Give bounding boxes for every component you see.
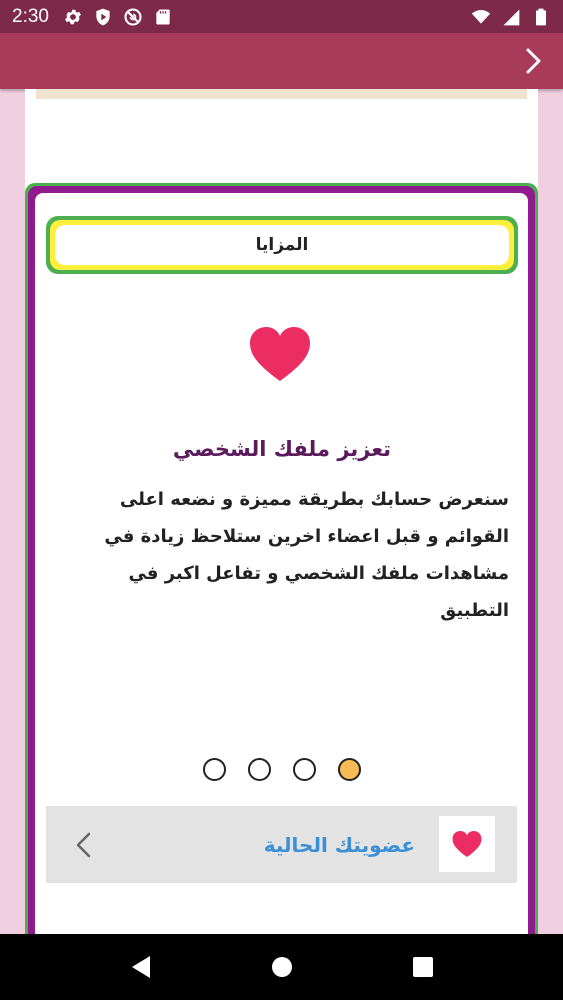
features-card-border: المزايا تعزيز ملفك الشخصي سنعرض حسابك بط… [28, 186, 535, 950]
pager-dot[interactable] [293, 758, 316, 781]
chevron-left-icon[interactable] [72, 830, 96, 860]
battery-icon [531, 7, 551, 27]
feature-title: تعزيز ملفك الشخصي [172, 437, 392, 461]
app-bar [0, 33, 563, 89]
section-title-box: المزايا [46, 216, 518, 274]
signal-icon [501, 7, 521, 27]
status-icons-left [63, 7, 173, 27]
nav-forward-button[interactable] [517, 45, 549, 77]
current-membership-row[interactable]: عضويتك الحالية [46, 806, 517, 883]
pager-dot[interactable] [248, 758, 271, 781]
shield-play-icon [93, 7, 113, 27]
status-time: 2:30 [12, 5, 49, 27]
sd-card-icon [153, 7, 173, 27]
heart-icon [250, 327, 310, 381]
pager-dots [35, 758, 529, 781]
pager-dot[interactable] [203, 758, 226, 781]
blocked-icon [123, 7, 143, 27]
home-icon [271, 957, 292, 977]
back-icon [131, 956, 150, 978]
pager-dot-active[interactable] [338, 758, 361, 781]
chevron-right-icon [526, 48, 541, 74]
membership-label: عضويتك الحالية [263, 832, 415, 857]
status-bar: 2:30 [0, 0, 563, 33]
home-button[interactable] [267, 952, 297, 982]
features-card-inner: المزايا تعزيز ملفك الشخصي سنعرض حسابك بط… [35, 193, 528, 943]
recents-icon [412, 957, 433, 977]
status-icons-right [471, 7, 551, 27]
membership-icon-box [439, 816, 495, 872]
features-card: المزايا تعزيز ملفك الشخصي سنعرض حسابك بط… [25, 183, 538, 953]
top-strip [36, 89, 527, 99]
recents-button[interactable] [408, 952, 438, 982]
wifi-icon [471, 7, 491, 27]
section-title: المزايا [55, 225, 509, 265]
heart-icon [452, 830, 482, 858]
content-area: المزايا تعزيز ملفك الشخصي سنعرض حسابك بط… [25, 89, 538, 953]
back-button[interactable] [126, 952, 156, 982]
system-nav-bar [0, 934, 563, 1000]
gear-icon [63, 7, 83, 27]
feature-description: سنعرض حسابك بطريقة مميزة و نضعه اعلى الق… [104, 489, 509, 621]
